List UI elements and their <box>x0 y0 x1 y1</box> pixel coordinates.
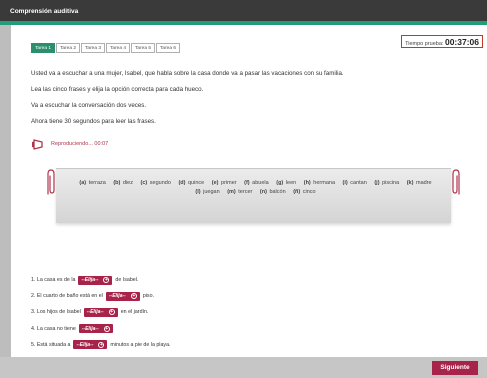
instruction-2: Lea las cinco frases y elija la opción c… <box>31 86 204 93</box>
sentence-4-dropdown[interactable]: --Elija-- + <box>78 324 113 334</box>
task-tabs: Tarea 1 Tarea 2 Tarea 3 Tarea 4 Tarea 5 … <box>31 43 180 53</box>
sentence-3: 3. Los hijos de Isabel --Elija-- + en el … <box>31 307 171 317</box>
sentence-5: 5. Está situada a --Elija-- + minutos a p… <box>31 340 171 350</box>
sentence-1-before: 1. La casa es de la <box>31 277 76 283</box>
sentence-list: 1. La casa es de la --Elija-- + de Isabel… <box>31 275 171 356</box>
instruction-1: Usted va a escuchar a una mujer, Isabel,… <box>31 70 344 77</box>
paperclip-left-icon <box>47 169 55 195</box>
sentence-2-after: piso. <box>142 293 155 300</box>
sentence-5-after: minutos a pie de la playa. <box>110 341 171 348</box>
option-a: (a) terraza <box>79 180 106 186</box>
option-g: (g) leen <box>276 180 297 186</box>
player-status: Reproduciendo... 00:07 <box>51 141 109 147</box>
word-bank-list: (a) terraza (b) diez (c) segundo (d) qui… <box>68 179 443 197</box>
word-bank: (a) terraza (b) diez (c) segundo (d) qui… <box>56 168 451 223</box>
option-e: (e) primer <box>211 180 237 186</box>
expand-icon: + <box>130 293 137 300</box>
sentence-4: 4. La casa no tiene --Elija-- + <box>31 324 171 334</box>
option-j: (j) piscina <box>374 180 400 186</box>
timer-value: 00:37:06 <box>444 37 479 47</box>
tab-tarea-5[interactable]: Tarea 5 <box>131 43 155 53</box>
option-c: (c) segundo <box>140 180 171 186</box>
option-n: (n) balcón <box>259 189 286 195</box>
option-f: (f) abuela <box>244 180 269 186</box>
option-enye: (ñ) cinco <box>293 189 316 195</box>
sentence-1-after: de Isabel. <box>115 277 139 283</box>
sentence-5-before: 5. Está situada a <box>31 341 71 348</box>
tab-tarea-2[interactable]: Tarea 2 <box>56 43 80 53</box>
sentence-1: 1. La casa es de la --Elija-- + de Isabel… <box>31 275 171 285</box>
option-d: (d) quince <box>178 180 205 186</box>
option-i: (i) cantan <box>342 180 367 186</box>
word-bank-row-2: (l) juegan (m) tercer (n) balcón (ñ) cin… <box>68 188 443 197</box>
tab-tarea-6[interactable]: Tarea 6 <box>156 43 180 53</box>
expand-icon: + <box>103 277 110 283</box>
tab-tarea-3[interactable]: Tarea 3 <box>81 43 105 53</box>
sentence-2: 2. El cuarto de baño está en el --Elija-… <box>31 291 171 301</box>
sentence-5-dropdown[interactable]: --Elija-- + <box>73 340 108 350</box>
sentence-4-before: 4. La casa no tiene <box>31 325 76 332</box>
expand-icon: + <box>108 309 115 316</box>
timer-label: Tiempo prueba: <box>405 41 444 47</box>
option-l: (l) juegan <box>195 189 220 195</box>
sentence-2-before: 2. El cuarto de baño está en el <box>31 293 103 300</box>
window-title: Comprensión auditiva <box>0 0 487 21</box>
tab-tarea-1[interactable]: Tarea 1 <box>31 43 55 53</box>
audio-player: Reproduciendo... 00:07 <box>31 138 108 150</box>
option-b: (b) diez <box>113 180 133 186</box>
instruction-3: Va a escuchar la conversación dos veces. <box>31 102 147 109</box>
word-bank-row-1: (a) terraza (b) diez (c) segundo (d) qui… <box>68 179 443 188</box>
expand-icon: + <box>103 325 110 332</box>
sentence-3-before: 3. Los hijos de Isabel <box>31 309 81 316</box>
tab-tarea-4[interactable]: Tarea 4 <box>106 43 130 53</box>
option-h: (h) hermana <box>303 180 336 186</box>
next-button[interactable]: Siguiente <box>432 361 478 375</box>
exam-timer: Tiempo prueba: 00:37:06 <box>401 35 483 48</box>
expand-icon: + <box>98 341 105 348</box>
option-m: (m) tercer <box>227 189 253 195</box>
sentence-3-after: en el jardín. <box>120 309 149 316</box>
footer-bar: Siguiente <box>0 357 487 378</box>
exam-panel: Tarea 1 Tarea 2 Tarea 3 Tarea 4 Tarea 5 … <box>11 25 487 357</box>
sentence-1-dropdown[interactable]: --Elija-- + <box>78 275 113 285</box>
paperclip-right-icon <box>452 169 460 195</box>
sentence-3-dropdown[interactable]: --Elija-- + <box>83 307 118 317</box>
speaker-icon[interactable] <box>31 138 45 150</box>
instruction-4: Ahora tiene 30 segundos para leer las fr… <box>31 118 156 125</box>
sentence-2-dropdown[interactable]: --Elija-- + <box>105 291 140 301</box>
option-k: (k) madre <box>406 180 432 186</box>
